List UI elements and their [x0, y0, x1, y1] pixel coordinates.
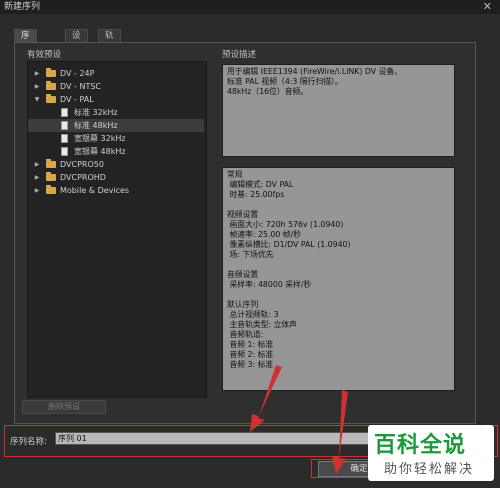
presets-panel: 有效预设 预设描述 ▶ DV - 24P ▶ DV - NTSC ▼ DV - …: [14, 42, 476, 424]
folder-icon: [46, 81, 56, 90]
watermark-logo: 百科全说 助你轻松解决: [368, 425, 494, 481]
tree-item-dv-ntsc[interactable]: ▶ DV - NTSC: [28, 80, 204, 93]
tree-item-widescreen-48khz[interactable]: 宽银幕 48kHz: [28, 145, 204, 158]
watermark-subtitle: 助你轻松解决: [384, 462, 475, 477]
folder-icon: [46, 94, 56, 103]
tab-settings[interactable]: 设置: [65, 29, 88, 53]
delete-preset-button[interactable]: 删除预设: [22, 400, 106, 414]
preset-file-icon: [61, 147, 68, 156]
preset-tree[interactable]: ▶ DV - 24P ▶ DV - NTSC ▼ DV - PAL 标准 32k…: [27, 61, 207, 398]
folder-icon: [46, 172, 56, 181]
expand-arrow-icon[interactable]: ▶: [32, 184, 42, 197]
window-title: 新建序列: [4, 2, 41, 12]
folder-icon: [46, 159, 56, 168]
title-bar: 新建序列 ✕: [0, 0, 500, 14]
preset-file-icon: [61, 121, 68, 130]
expand-arrow-icon[interactable]: ▶: [32, 158, 42, 171]
preset-details-box: 常规 编辑模式: DV PAL 时基: 25.00fps 视频设置 画面大小: …: [222, 167, 455, 391]
tree-item-standard-48khz[interactable]: 标准 48kHz: [28, 119, 204, 132]
tree-item-dv-pal[interactable]: ▼ DV - PAL: [28, 93, 204, 106]
tree-item-mobile-devices[interactable]: ▶ Mobile & Devices: [28, 184, 204, 197]
folder-icon: [46, 68, 56, 77]
tab-sequence-presets[interactable]: 序列预设: [14, 29, 37, 77]
tree-item-standard-32khz[interactable]: 标准 32kHz: [28, 106, 204, 119]
expand-arrow-icon[interactable]: ▶: [32, 67, 42, 80]
watermark-title: 百科全说: [374, 433, 467, 458]
folder-icon: [46, 185, 56, 194]
preset-description-box: 用于编辑 IEEE1394 (FireWire/i.LINK) DV 设备。 标…: [222, 64, 455, 157]
collapse-arrow-icon[interactable]: ▼: [32, 93, 42, 106]
close-icon[interactable]: ✕: [483, 0, 492, 14]
tab-tracks[interactable]: 轨道: [98, 29, 121, 53]
tree-item-dv-24p[interactable]: ▶ DV - 24P: [28, 67, 204, 80]
expand-arrow-icon[interactable]: ▶: [32, 171, 42, 184]
preset-file-icon: [61, 134, 68, 143]
preset-file-icon: [61, 108, 68, 117]
tree-item-widescreen-32khz[interactable]: 宽银幕 32kHz: [28, 132, 204, 145]
description-label: 预设描述: [222, 50, 257, 60]
sequence-name-label: 序列名称:: [10, 437, 47, 447]
expand-arrow-icon[interactable]: ▶: [32, 80, 42, 93]
tree-item-dvcprohd[interactable]: ▶ DVCPROHD: [28, 171, 204, 184]
presets-label: 有效预设: [27, 50, 62, 60]
tree-item-dvcpro50[interactable]: ▶ DVCPRO50: [28, 158, 204, 171]
